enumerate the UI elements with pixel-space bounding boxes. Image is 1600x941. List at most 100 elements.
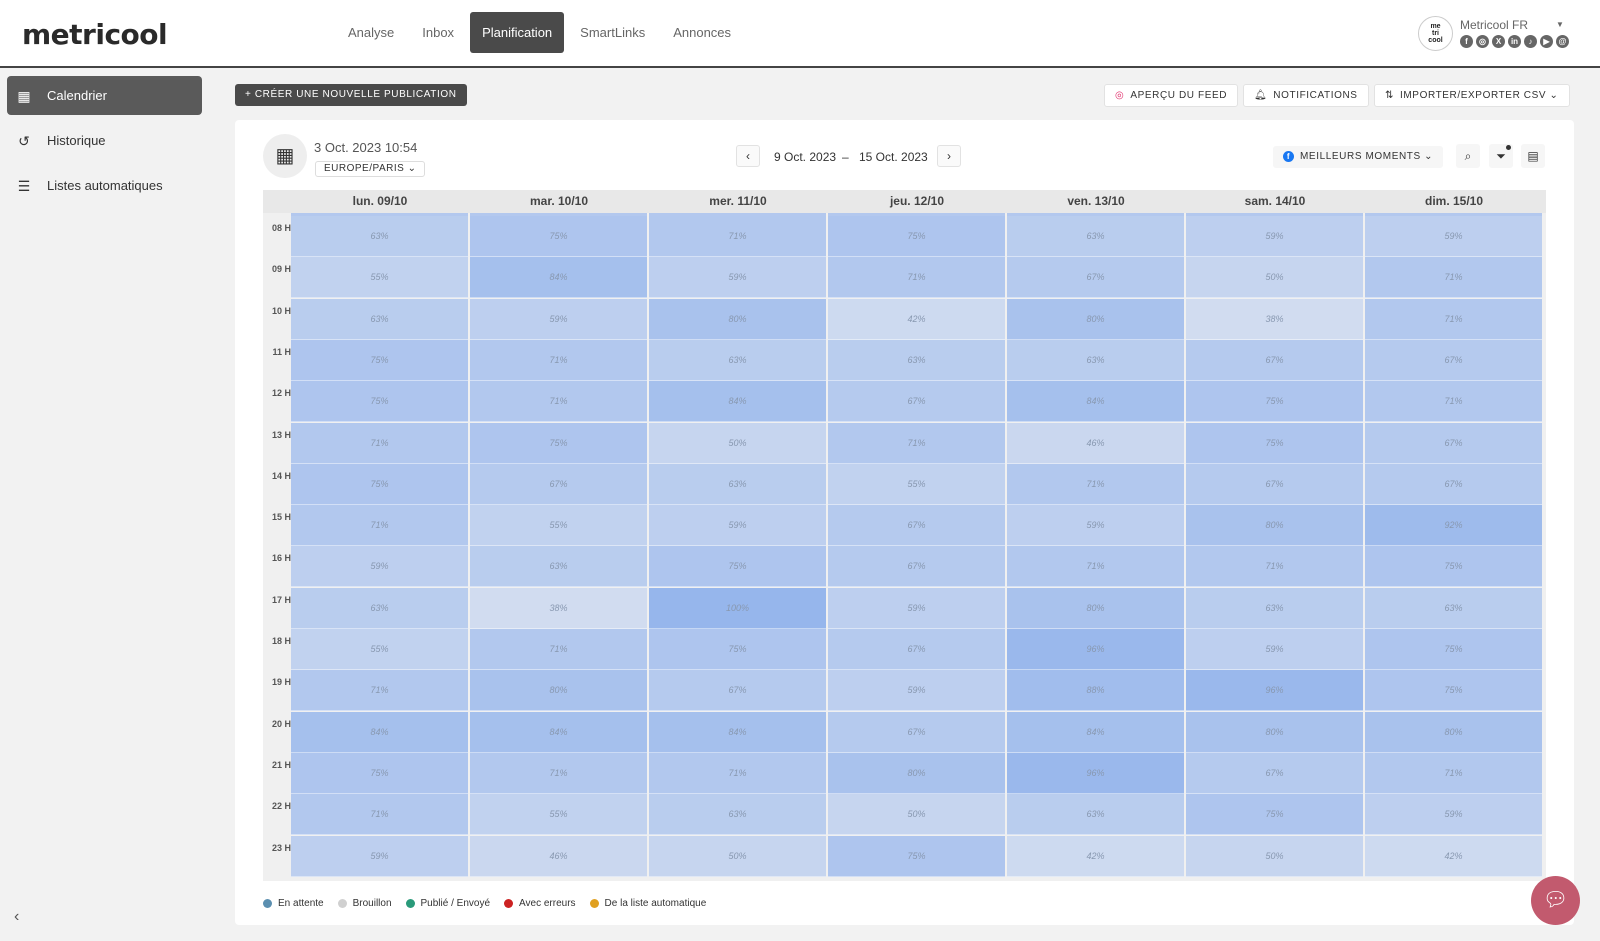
time-slot-cell[interactable]: 75% [1186, 794, 1363, 836]
time-slot-cell[interactable]: 67% [1365, 339, 1542, 381]
time-slot-cell[interactable]: 63% [291, 216, 468, 257]
nav-smartlinks[interactable]: SmartLinks [568, 12, 657, 53]
time-slot-cell[interactable]: 59% [470, 298, 647, 340]
time-slot-cell[interactable]: 50% [649, 835, 826, 877]
time-slot-cell[interactable]: 84% [470, 257, 647, 299]
time-slot-cell[interactable]: 84% [649, 381, 826, 423]
time-slot-cell[interactable]: 75% [291, 463, 468, 505]
time-slot-cell[interactable]: 42% [828, 298, 1005, 340]
time-slot-cell[interactable]: 100% [649, 587, 826, 629]
time-slot-cell[interactable]: 67% [1007, 257, 1184, 299]
time-slot-cell[interactable]: 71% [1007, 463, 1184, 505]
time-slot-cell[interactable]: 55% [470, 794, 647, 836]
time-slot-cell[interactable]: 55% [828, 463, 1005, 505]
time-slot-cell[interactable]: 71% [1365, 298, 1542, 340]
time-slot-cell[interactable]: 63% [649, 794, 826, 836]
nav-annonces[interactable]: Annonces [661, 12, 743, 53]
collapse-sidebar-icon[interactable]: ‹ [14, 908, 19, 926]
time-slot-cell[interactable]: 75% [649, 546, 826, 588]
time-slot-cell[interactable]: 75% [1186, 381, 1363, 423]
create-post-button[interactable]: + CRÉER UNE NOUVELLE PUBLICATION [235, 84, 467, 106]
time-slot-cell[interactable]: 59% [291, 546, 468, 588]
time-slot-cell[interactable]: 71% [291, 422, 468, 464]
time-slot-cell[interactable]: 96% [1007, 629, 1184, 670]
time-slot-cell[interactable]: 80% [1186, 711, 1363, 753]
time-slot-cell[interactable]: 80% [1365, 711, 1542, 753]
time-slot-cell[interactable]: 80% [1007, 298, 1184, 340]
time-slot-cell[interactable]: 71% [470, 339, 647, 381]
import-export-button[interactable]: ⇅ IMPORTER/EXPORTER CSV ⌄ [1374, 84, 1570, 107]
time-slot-cell[interactable]: 63% [291, 298, 468, 340]
time-slot-cell[interactable]: 96% [1007, 752, 1184, 794]
time-slot-cell[interactable]: 63% [291, 587, 468, 629]
sidebar-item-calendrier[interactable]: ▦ Calendrier [7, 76, 202, 115]
time-slot-cell[interactable]: 67% [828, 711, 1005, 753]
time-slot-cell[interactable]: 80% [1007, 587, 1184, 629]
time-slot-cell[interactable]: 92% [1365, 505, 1542, 547]
time-slot-cell[interactable]: 67% [1186, 339, 1363, 381]
time-slot-cell[interactable]: 63% [649, 339, 826, 381]
time-slot-cell[interactable]: 42% [1007, 835, 1184, 877]
time-slot-cell[interactable]: 59% [1186, 216, 1363, 257]
time-slot-cell[interactable]: 67% [828, 629, 1005, 670]
calendar-view-button[interactable]: ▤ [1521, 144, 1545, 168]
sidebar-item-historique[interactable]: ↺ Historique [7, 121, 202, 160]
time-slot-cell[interactable]: 67% [828, 505, 1005, 547]
sidebar-item-listes-automatiques[interactable]: ☰ Listes automatiques [7, 166, 202, 205]
time-slot-cell[interactable]: 50% [1186, 257, 1363, 299]
time-slot-cell[interactable]: 75% [291, 339, 468, 381]
nav-planification[interactable]: Planification [470, 12, 565, 53]
time-slot-cell[interactable]: 63% [1186, 587, 1363, 629]
time-slot-cell[interactable]: 88% [1007, 670, 1184, 712]
time-slot-cell[interactable]: 67% [1365, 463, 1542, 505]
time-slot-cell[interactable]: 63% [649, 463, 826, 505]
time-slot-cell[interactable]: 84% [1007, 711, 1184, 753]
time-slot-cell[interactable]: 59% [291, 835, 468, 877]
time-slot-cell[interactable]: 80% [649, 298, 826, 340]
logo[interactable]: metricool [22, 18, 168, 51]
time-slot-cell[interactable]: 75% [470, 216, 647, 257]
time-slot-cell[interactable]: 67% [649, 670, 826, 712]
time-slot-cell[interactable]: 46% [470, 835, 647, 877]
prev-week-button[interactable]: ‹ [736, 145, 760, 167]
time-slot-cell[interactable]: 71% [1365, 257, 1542, 299]
time-slot-cell[interactable]: 63% [1007, 339, 1184, 381]
time-slot-cell[interactable]: 75% [1365, 629, 1542, 670]
time-slot-cell[interactable]: 71% [470, 752, 647, 794]
time-slot-cell[interactable]: 84% [1007, 381, 1184, 423]
time-slot-cell[interactable]: 71% [291, 794, 468, 836]
time-slot-cell[interactable]: 80% [1186, 505, 1363, 547]
time-slot-cell[interactable]: 71% [1365, 381, 1542, 423]
time-slot-cell[interactable]: 80% [828, 752, 1005, 794]
time-slot-cell[interactable]: 75% [291, 381, 468, 423]
time-slot-cell[interactable]: 63% [828, 339, 1005, 381]
time-slot-cell[interactable]: 71% [828, 257, 1005, 299]
best-moments-button[interactable]: f MEILLEURS MOMENTS ⌄ [1273, 146, 1444, 168]
time-slot-cell[interactable]: 75% [1365, 546, 1542, 588]
time-slot-cell[interactable]: 67% [1186, 752, 1363, 794]
time-slot-cell[interactable]: 71% [649, 216, 826, 257]
time-slot-cell[interactable]: 75% [828, 216, 1005, 257]
time-slot-cell[interactable]: 96% [1186, 670, 1363, 712]
time-slot-cell[interactable]: 84% [291, 711, 468, 753]
time-slot-cell[interactable]: 59% [649, 505, 826, 547]
time-slot-cell[interactable]: 59% [1365, 794, 1542, 836]
time-slot-cell[interactable]: 59% [649, 257, 826, 299]
best-moments-heatmap[interactable]: 08 H 63% 75% 71% 75% 63% 59% 59% 09 H 55% 84% 59% 71… [263, 213, 1546, 881]
time-slot-cell[interactable]: 38% [1186, 298, 1363, 340]
time-slot-cell[interactable]: 50% [828, 794, 1005, 836]
time-slot-cell[interactable]: 71% [470, 381, 647, 423]
time-slot-cell[interactable]: 38% [470, 587, 647, 629]
filter-button[interactable]: ⏷ [1489, 144, 1513, 168]
time-slot-cell[interactable]: 71% [291, 670, 468, 712]
time-slot-cell[interactable]: 71% [828, 422, 1005, 464]
account-switcher[interactable]: me tri cool Metricool FR ▼ f ◎ Xin ♪ ▶ @ [1418, 16, 1588, 56]
time-slot-cell[interactable]: 42% [1365, 835, 1542, 877]
time-slot-cell[interactable]: 67% [1365, 422, 1542, 464]
time-slot-cell[interactable]: 59% [1186, 629, 1363, 670]
time-slot-cell[interactable]: 59% [1365, 216, 1542, 257]
time-slot-cell[interactable]: 75% [828, 835, 1005, 877]
time-slot-cell[interactable]: 63% [1365, 587, 1542, 629]
time-slot-cell[interactable]: 63% [470, 546, 647, 588]
timezone-select[interactable]: EUROPE/PARIS ⌄ [315, 161, 426, 177]
